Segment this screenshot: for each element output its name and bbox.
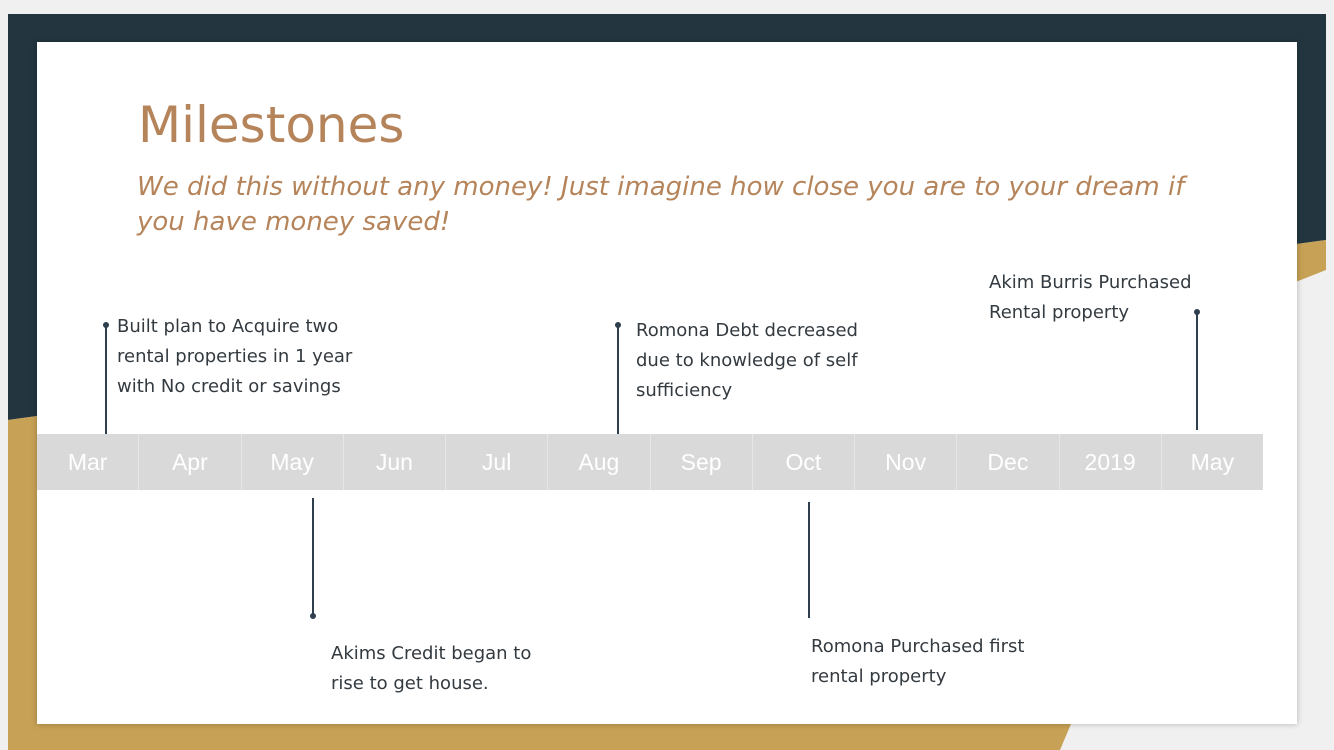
milestone-connector-line — [312, 498, 314, 616]
timeline-month: Sep — [651, 434, 753, 490]
milestone-text-line: Akims Credit began to — [331, 643, 532, 664]
timeline-month: Jun — [344, 434, 446, 490]
timeline-month: Apr — [139, 434, 242, 490]
timeline-month: Oct — [753, 434, 855, 490]
milestone-text-line: Rental property — [989, 302, 1130, 323]
milestone-credit-rise: Akims Credit began to rise to get house. — [331, 639, 531, 699]
milestone-text-line: due to knowledge of self — [636, 350, 858, 371]
milestone-text-line: Built plan to Acquire two — [117, 316, 339, 337]
timeline-month: Mar — [37, 434, 140, 490]
milestone-text-line: rental property — [811, 666, 947, 687]
milestone-text-line: sufficiency — [636, 380, 733, 401]
timeline-month: 2019 — [1060, 434, 1162, 490]
milestone-akim-purchase: Akim Burris Purchased Rental property — [989, 268, 1192, 328]
milestone-connector-line — [617, 325, 619, 434]
slide-subtitle: We did this without any money! Just imag… — [137, 172, 1185, 237]
milestone-text-line: with No credit or savings — [117, 376, 341, 397]
timeline-month: Aug — [548, 434, 651, 490]
milestone-text-line: Romona Purchased first — [811, 636, 1025, 657]
timeline-month: May — [1190, 448, 1235, 475]
milestone-built-plan: Built plan to Acquire two rental propert… — [117, 312, 352, 402]
slide-title: Milestones — [138, 96, 405, 154]
slide[interactable]: Milestones We did this without any money… — [37, 42, 1297, 724]
milestone-text-line: rise to get house. — [331, 673, 489, 694]
milestone-text-line: Akim Burris Purchased — [989, 272, 1192, 293]
milestone-text-line: rental properties in 1 year — [117, 346, 353, 367]
milestone-marker-dot — [310, 613, 316, 619]
timeline-month: Nov — [855, 434, 958, 490]
milestone-connector-line — [1196, 312, 1198, 430]
milestone-connector-line — [105, 325, 107, 434]
milestone-text-line: Romona Debt decreased — [636, 320, 858, 341]
timeline-month: Dec — [957, 434, 1060, 490]
presentation-canvas: Milestones We did this without any money… — [0, 0, 1334, 750]
milestone-debt-decreased: Romona Debt decreased due to knowledge o… — [636, 316, 858, 406]
milestone-romona-purchase: Romona Purchased first rental property — [811, 632, 1024, 692]
timeline-month: May — [242, 434, 344, 490]
timeline-bar: Mar Apr May Jun Jul Aug Sep Oct Nov Dec … — [37, 434, 1263, 490]
timeline-month: Jul — [446, 434, 549, 490]
milestone-connector-line — [808, 502, 810, 618]
